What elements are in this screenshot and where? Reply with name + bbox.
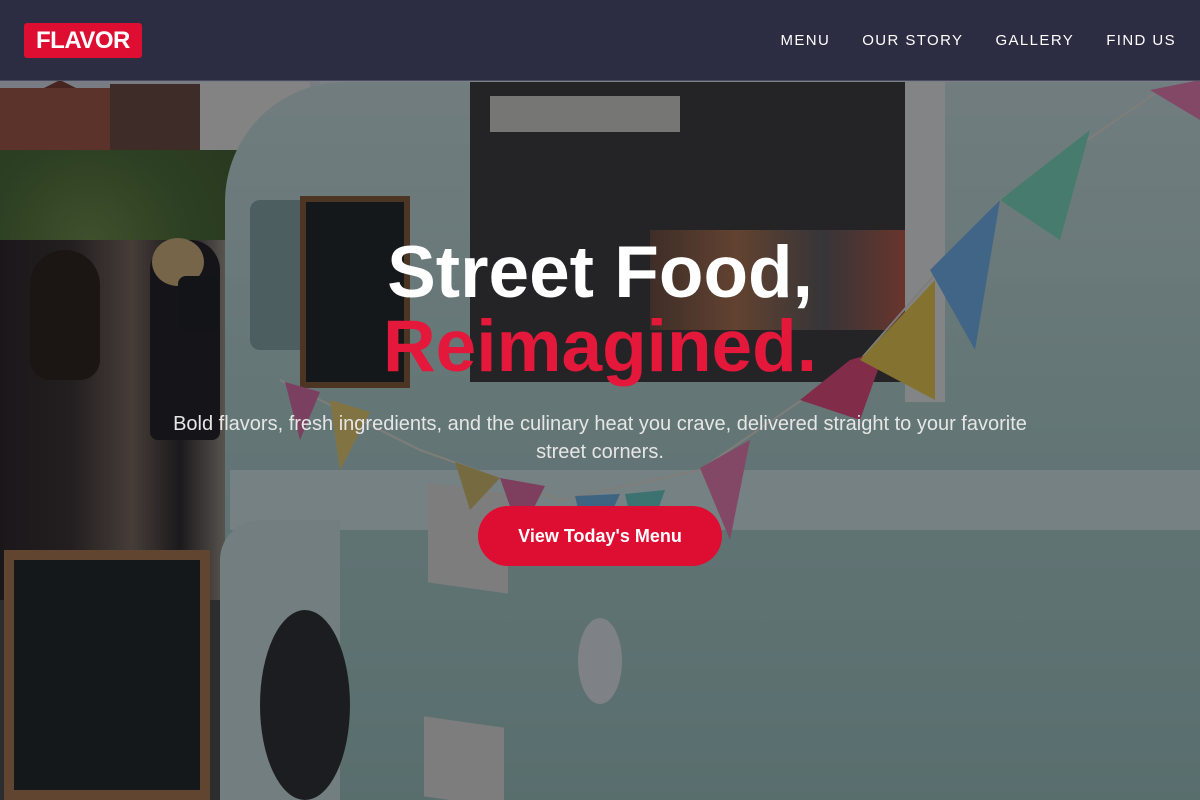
hero-subtitle: Bold flavors, fresh ingredients, and the… <box>173 413 1027 463</box>
hero-headline: Street Food, Reimagined. <box>0 236 1200 384</box>
brand-logo[interactable]: FLAVOR <box>24 22 142 58</box>
nav-links: MENU OUR STORY GALLERY FIND US <box>780 32 1176 49</box>
hero-headline-line2: Reimagined. <box>382 306 818 387</box>
nav-link-find-us[interactable]: FIND US <box>1106 32 1176 49</box>
hero-content: Street Food, Reimagined. Bold flavors, f… <box>0 236 1200 566</box>
nav-link-our-story[interactable]: OUR STORY <box>862 32 963 49</box>
nav-link-menu[interactable]: MENU <box>780 32 830 49</box>
hero-headline-line1: Street Food, <box>387 232 813 313</box>
view-menu-button[interactable]: View Today's Menu <box>478 506 722 566</box>
top-navbar: FLAVOR MENU OUR STORY GALLERY FIND US <box>0 0 1200 81</box>
nav-link-gallery[interactable]: GALLERY <box>995 32 1074 49</box>
